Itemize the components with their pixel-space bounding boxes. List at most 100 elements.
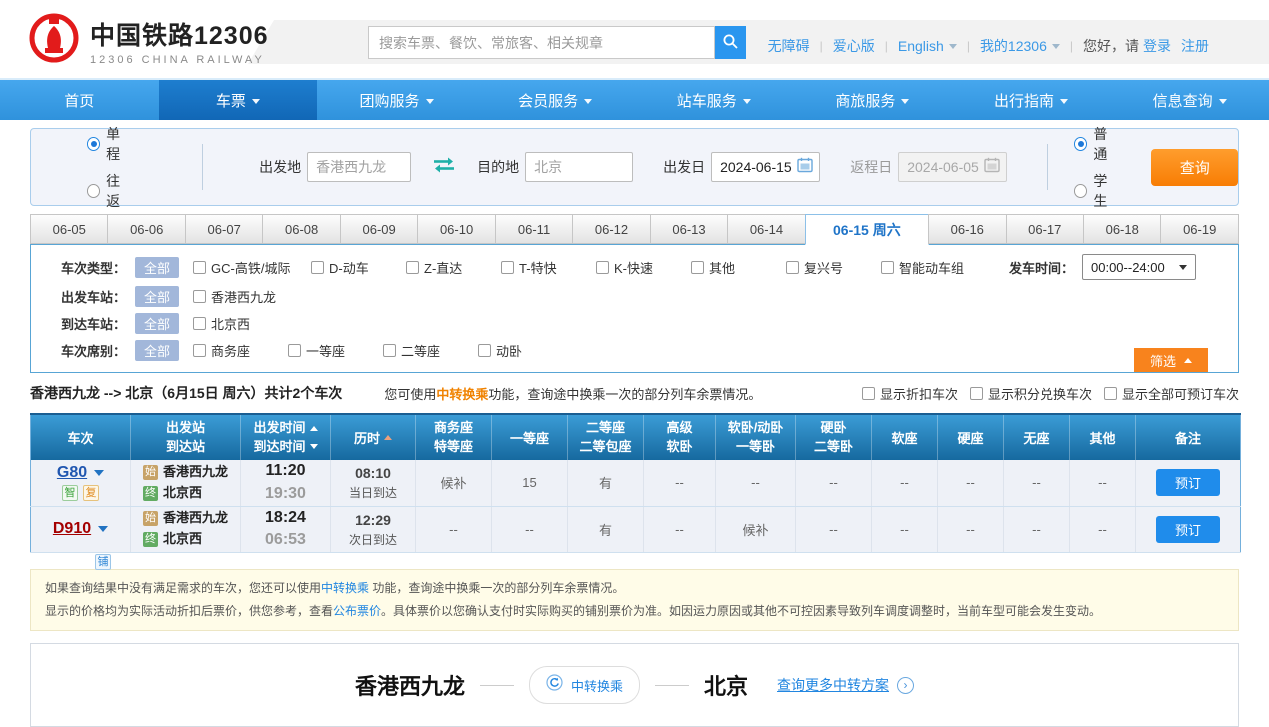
date-tab[interactable]: 06-09 <box>340 214 418 244</box>
student-passenger-radio[interactable]: 学生 <box>1074 171 1119 211</box>
filter-option-other[interactable]: 其他 <box>691 258 786 277</box>
from-label: 出发地 <box>259 157 301 177</box>
show-discount-checkbox[interactable]: 显示折扣车次 <box>862 384 958 403</box>
sort-asc-active-icon[interactable] <box>384 435 392 440</box>
more-transfer-link[interactable]: 查询更多中转方案 <box>777 675 889 695</box>
date-tab[interactable]: 06-07 <box>185 214 263 244</box>
transfer-link[interactable]: 中转换乘 <box>321 581 369 595</box>
filter-option-k[interactable]: K-快速 <box>596 258 691 277</box>
normal-passenger-radio[interactable]: 普通 <box>1074 124 1119 164</box>
date-tab[interactable]: 06-06 <box>107 214 185 244</box>
book-button[interactable]: 预订 <box>1156 469 1220 496</box>
col-duration-sortable[interactable]: 历时 <box>331 414 416 460</box>
nav-item-tickets[interactable]: 车票 <box>159 80 318 120</box>
nav-item-station-services[interactable]: 站车服务 <box>635 80 794 120</box>
trip-type-radios: 单程 往返 <box>87 124 132 211</box>
swap-stations-icon[interactable] <box>431 156 457 179</box>
col-times-sortable[interactable]: 出发时间 到达时间 <box>241 414 331 460</box>
nav-item-travel-guide[interactable]: 出行指南 <box>952 80 1111 120</box>
note-line-1: 如果查询结果中没有满足需求的车次，您还可以使用中转换乘 功能，查询途中换乘一次的… <box>45 577 1224 600</box>
date-tab[interactable]: 06-05 <box>30 214 108 244</box>
col-hard-seat: 硬座 <box>938 414 1004 460</box>
link-accessibility[interactable]: 无障碍 <box>768 36 810 56</box>
all-badge[interactable]: 全部 <box>135 257 179 278</box>
train-number-link[interactable]: D910 <box>53 520 91 538</box>
all-badge[interactable]: 全部 <box>135 313 179 334</box>
search-button[interactable] <box>715 26 746 59</box>
page: 中国铁路12306 12306 CHINA RAILWAY 无障碍 | 爱心版 … <box>0 0 1269 698</box>
login-link[interactable]: 登录 <box>1143 36 1171 56</box>
show-points-checkbox[interactable]: 显示积分兑换车次 <box>970 384 1092 403</box>
filter-option-t[interactable]: T-特快 <box>501 258 596 277</box>
nav-item-info-query[interactable]: 信息查询 <box>1110 80 1269 120</box>
date-tab[interactable]: 06-12 <box>572 214 650 244</box>
soft-sleeper-cell[interactable]: 候补 <box>716 506 796 552</box>
expand-train-icon[interactable] <box>94 470 104 476</box>
filter-option-business[interactable]: 商务座 <box>193 341 288 360</box>
date-tab[interactable]: 06-17 <box>1006 214 1084 244</box>
filter-option-sleeper-emu[interactable]: 动卧 <box>478 341 573 360</box>
link-english[interactable]: English <box>898 38 957 54</box>
filter-row-to-station: 到达车站： 全部 北京西 <box>31 310 1238 337</box>
depart-time-select[interactable]: 00:00--24:00 <box>1082 254 1196 280</box>
published-price-link[interactable]: 公布票价 <box>333 604 381 618</box>
filter-option-second[interactable]: 二等座 <box>383 341 478 360</box>
register-link[interactable]: 注册 <box>1181 36 1209 56</box>
hard-sleeper-cell: -- <box>796 506 872 552</box>
logo[interactable]: 中国铁路12306 12306 CHINA RAILWAY <box>28 12 269 69</box>
depart-date-input[interactable]: 2024-06-15 <box>711 152 820 182</box>
chevron-right-circle-icon[interactable]: › <box>897 677 914 694</box>
filter-option-smart-emu[interactable]: 智能动车组 <box>881 258 976 277</box>
date-tab[interactable]: 06-10 <box>417 214 495 244</box>
col-soft-seat: 软座 <box>872 414 938 460</box>
all-badge[interactable]: 全部 <box>135 286 179 307</box>
sort-desc-icon[interactable] <box>310 444 318 449</box>
to-input[interactable] <box>525 152 633 182</box>
header: 中国铁路12306 12306 CHINA RAILWAY 无障碍 | 爱心版 … <box>0 0 1269 80</box>
date-tab[interactable]: 06-11 <box>495 214 573 244</box>
business-seat-cell[interactable]: 候补 <box>416 460 492 506</box>
sort-asc-icon[interactable] <box>310 426 318 431</box>
search-input[interactable] <box>368 26 715 59</box>
link-care-edition[interactable]: 爱心版 <box>833 36 875 56</box>
nav-item-business-travel[interactable]: 商旅服务 <box>793 80 952 120</box>
link-my12306[interactable]: 我的12306 <box>980 36 1060 56</box>
all-badge[interactable]: 全部 <box>135 340 179 361</box>
date-tab[interactable]: 06-13 <box>650 214 728 244</box>
date-tab[interactable]: 06-19 <box>1160 214 1238 244</box>
expand-train-icon[interactable] <box>98 526 108 532</box>
train-number-link[interactable]: G80 <box>57 464 87 482</box>
filter-collapse-button[interactable]: 筛选 <box>1134 348 1208 372</box>
date-tab-selected[interactable]: 06-15 周六 <box>805 214 929 245</box>
date-tab[interactable]: 06-18 <box>1083 214 1161 244</box>
filter-option-gc[interactable]: GC-高铁/城际 <box>193 258 311 277</box>
separator: | <box>820 39 823 53</box>
duration-cell: 12:29 次日到达 <box>331 506 416 552</box>
nav-item-group-services[interactable]: 团购服务 <box>317 80 476 120</box>
logo-title: 中国铁路12306 <box>90 16 269 52</box>
filter-option-to-station[interactable]: 北京西 <box>193 314 311 333</box>
date-tab[interactable]: 06-16 <box>928 214 1006 244</box>
nav-item-member-services[interactable]: 会员服务 <box>476 80 635 120</box>
book-button[interactable]: 预订 <box>1156 516 1220 543</box>
second-seat-cell: 有 <box>568 506 644 552</box>
filter-option-z[interactable]: Z-直达 <box>406 258 501 277</box>
chevron-down-icon <box>949 44 957 49</box>
transfer-pill-button[interactable]: 中转换乘 <box>529 666 640 704</box>
show-all-bookable-checkbox[interactable]: 显示全部可预订车次 <box>1104 384 1239 403</box>
round-trip-radio[interactable]: 往返 <box>87 171 132 211</box>
query-button[interactable]: 查询 <box>1151 149 1238 186</box>
date-tab[interactable]: 06-14 <box>727 214 805 244</box>
one-way-radio[interactable]: 单程 <box>87 124 132 164</box>
chevron-down-icon <box>584 99 592 104</box>
date-tab[interactable]: 06-08 <box>262 214 340 244</box>
filter-option-d[interactable]: D-动车 <box>311 258 406 277</box>
nav-item-home[interactable]: 首页 <box>0 80 159 120</box>
filter-option-first[interactable]: 一等座 <box>288 341 383 360</box>
radio-icon <box>1074 184 1087 198</box>
from-input[interactable] <box>307 152 411 182</box>
transfer-tip-highlight: 中转换乘 <box>436 387 488 402</box>
filter-option-fuxing[interactable]: 复兴号 <box>786 258 881 277</box>
business-seat-cell: -- <box>416 506 492 552</box>
filter-option-from-station[interactable]: 香港西九龙 <box>193 287 311 306</box>
